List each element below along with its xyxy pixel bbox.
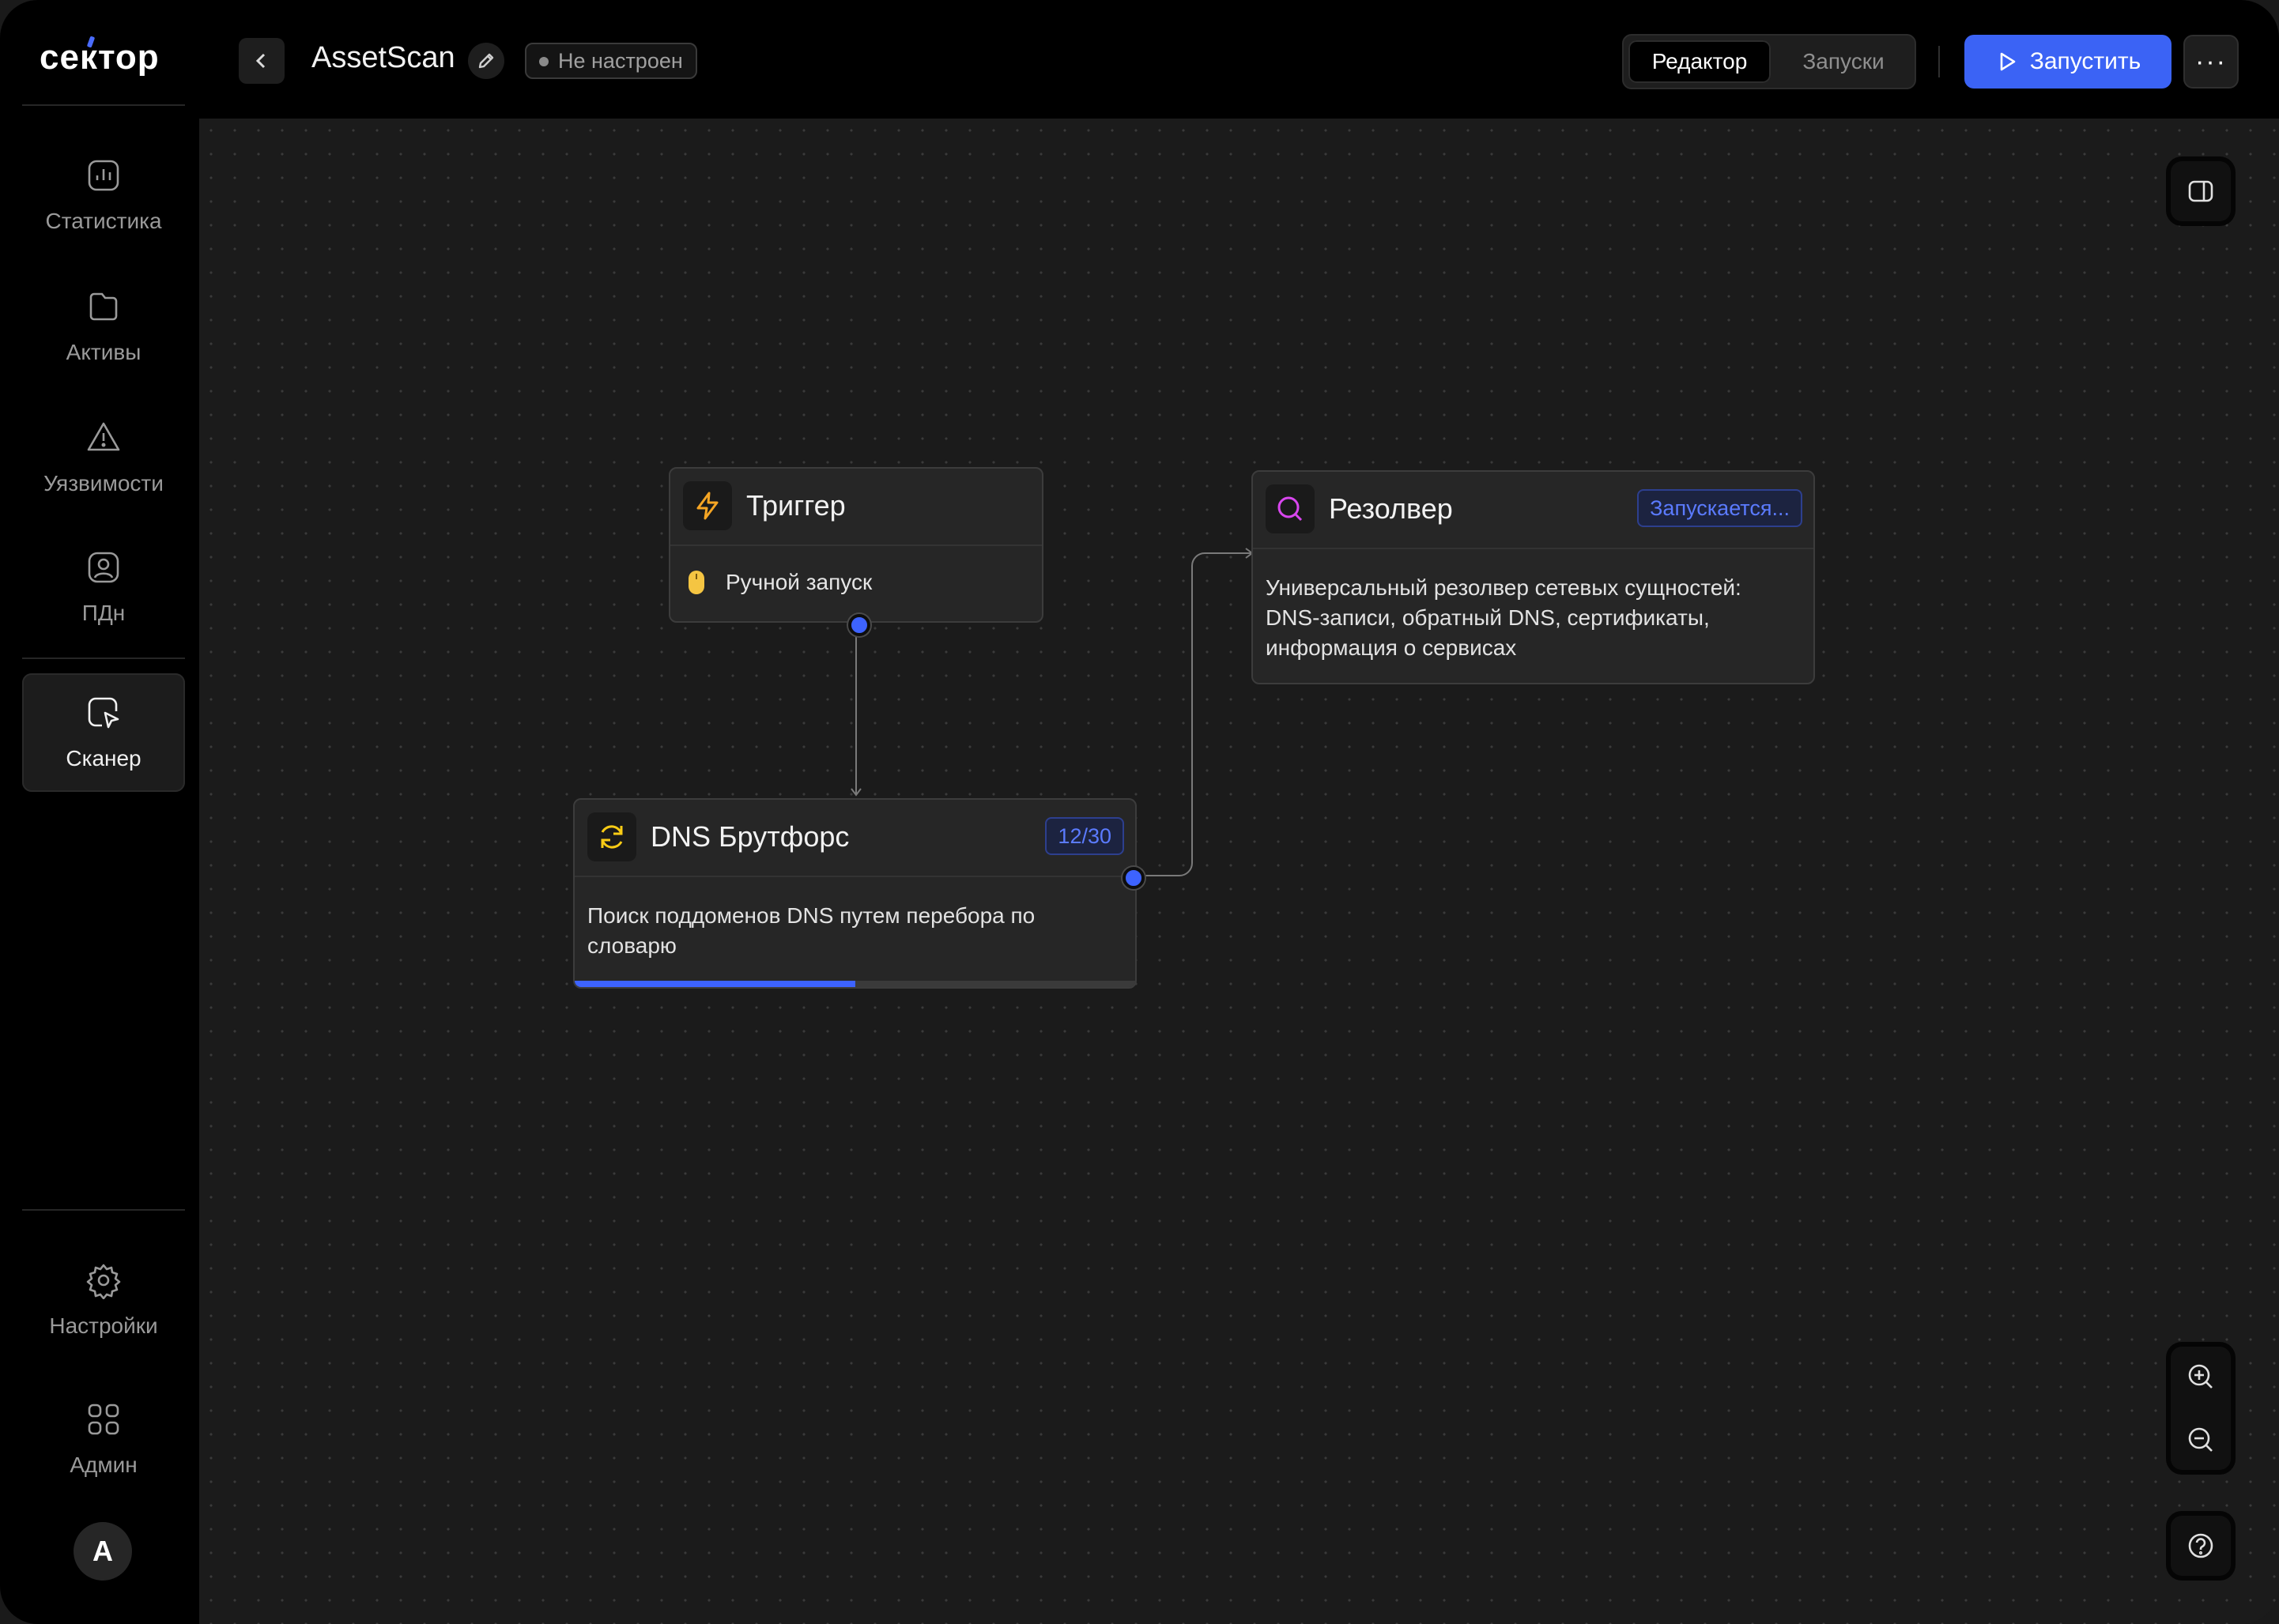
pencil-icon xyxy=(478,53,494,69)
help-button[interactable] xyxy=(2171,1516,2231,1576)
node-icon xyxy=(1266,484,1315,533)
folder-icon xyxy=(89,292,118,321)
sidebar-divider-top xyxy=(22,104,185,106)
sidebar-divider-bottom xyxy=(22,1209,185,1211)
scanner-icon xyxy=(88,697,119,729)
lightning-icon xyxy=(696,492,719,520)
node-header: Резолвер Запускается... xyxy=(1253,472,1813,549)
zoom-out-button[interactable] xyxy=(2171,1410,2231,1470)
sidebar-item-label: Активы xyxy=(66,340,141,364)
output-port[interactable] xyxy=(848,614,870,636)
status-text: Не настроен xyxy=(558,48,683,73)
run-button[interactable]: Запустить xyxy=(1964,35,2171,89)
progress-fill xyxy=(575,981,855,987)
node-title: DNS Брутфорс xyxy=(651,820,850,853)
logo[interactable]: сектор xyxy=(40,36,166,82)
sidebar-item-scanner[interactable]: Сканер xyxy=(22,673,185,792)
node-description: Поиск поддоменов DNS путем перебора по с… xyxy=(587,903,1036,958)
tab-runs[interactable]: Запуски xyxy=(1774,40,1913,83)
sidebar-item-pdn[interactable]: ПДн xyxy=(22,528,185,646)
app-window: сектор Статистика Активы Уязвимости ПДн … xyxy=(0,0,2279,1624)
tab-editor[interactable]: Редактор xyxy=(1628,40,1771,83)
sidebar-item-vulnerabilities[interactable]: Уязвимости xyxy=(22,398,185,517)
trigger-item-label: Ручной запуск xyxy=(726,570,873,594)
back-button[interactable] xyxy=(239,38,285,84)
header-divider xyxy=(1938,46,1940,77)
progress-bar xyxy=(575,981,1135,987)
node-header: DNS Брутфорс 12/30 xyxy=(575,800,1135,877)
run-button-label: Запустить xyxy=(2029,48,2141,74)
zoom-in-button[interactable] xyxy=(2171,1347,2231,1407)
search-icon xyxy=(1277,496,1303,522)
sidebar-item-label: Уязвимости xyxy=(43,471,164,495)
sidebar-item-assets[interactable]: Активы xyxy=(22,267,185,386)
more-icon: ··· xyxy=(2195,46,2227,77)
view-switcher: Редактор Запуски xyxy=(1622,34,1916,89)
user-icon xyxy=(88,552,119,583)
node-title: Триггер xyxy=(746,489,846,522)
sidebar-panel-icon xyxy=(2188,180,2213,202)
workflow-canvas[interactable] xyxy=(199,119,2279,1624)
sidebar: сектор Статистика Активы Уязвимости ПДн … xyxy=(0,0,199,1624)
page-title: AssetScan xyxy=(311,41,455,74)
node-title: Резолвер xyxy=(1329,492,1453,525)
more-button[interactable]: ··· xyxy=(2183,35,2239,89)
sidebar-item-settings[interactable]: Настройки xyxy=(22,1241,185,1359)
node-resolver[interactable]: Резолвер Запускается... Универсальный ре… xyxy=(1251,470,1815,684)
node-dns-bruteforce[interactable]: DNS Брутфорс 12/30 Поиск поддоменов DNS … xyxy=(573,798,1145,989)
gear-icon xyxy=(86,1264,121,1299)
node-description: Универсальный резолвер сетевых сущностей… xyxy=(1266,575,1741,660)
header: AssetScan Не настроен Редактор Запуски З… xyxy=(199,0,2279,119)
node-trigger[interactable]: Триггер Ручной запуск xyxy=(669,467,1043,636)
mouse-icon xyxy=(689,571,704,594)
sidebar-item-statistics[interactable]: Статистика xyxy=(22,136,185,254)
logo-text: сектор xyxy=(40,38,160,77)
node-header: Триггер xyxy=(670,469,1042,546)
zoom-in-icon xyxy=(2188,1364,2213,1389)
sidebar-item-label: ПДн xyxy=(81,601,126,625)
avatar[interactable]: A xyxy=(74,1522,132,1581)
progress-badge: 12/30 xyxy=(1045,817,1124,855)
status-badge: Не настроен xyxy=(525,43,697,79)
sidebar-item-label: Настройки xyxy=(49,1313,158,1338)
sidebar-item-admin[interactable]: Админ xyxy=(22,1380,185,1498)
node-icon xyxy=(683,481,732,530)
zoom-controls xyxy=(2171,1347,2231,1470)
node-icon xyxy=(587,812,636,861)
help-icon xyxy=(2188,1533,2213,1558)
edit-title-button[interactable] xyxy=(468,43,504,79)
output-port[interactable] xyxy=(1123,867,1145,889)
chart-icon xyxy=(88,160,119,191)
play-icon xyxy=(2000,52,2016,71)
grid-icon xyxy=(88,1404,119,1435)
toggle-panel-button[interactable] xyxy=(2171,161,2231,221)
sidebar-item-label: Админ xyxy=(70,1453,138,1477)
chevron-left-icon xyxy=(255,53,266,69)
refresh-icon xyxy=(601,825,623,849)
warning-icon xyxy=(87,422,120,451)
status-dot-icon xyxy=(539,57,549,66)
sidebar-item-label: Сканер xyxy=(66,746,141,771)
sidebar-divider-mid xyxy=(22,658,185,659)
sidebar-item-label: Статистика xyxy=(45,209,162,233)
zoom-out-icon xyxy=(2188,1427,2213,1452)
status-badge: Запускается... xyxy=(1637,489,1802,527)
trigger-item: Ручной запуск xyxy=(688,570,872,595)
